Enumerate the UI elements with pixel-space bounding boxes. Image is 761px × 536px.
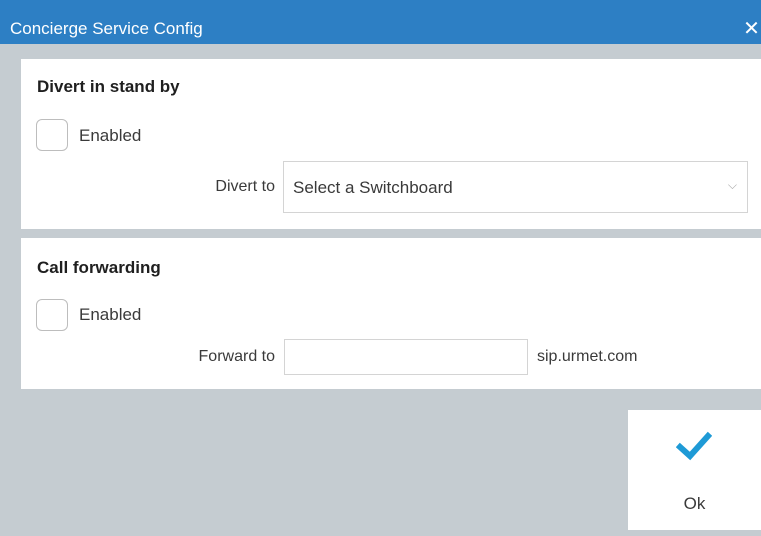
switchboard-select-value: Select a Switchboard bbox=[293, 178, 453, 197]
sip-domain-label: sip.urmet.com bbox=[537, 348, 638, 365]
close-icon[interactable]: ✕ bbox=[742, 17, 761, 41]
forwarding-enabled-checkbox[interactable] bbox=[36, 299, 68, 331]
divert-enabled-label: Enabled bbox=[79, 126, 142, 145]
divert-enabled-checkbox[interactable] bbox=[36, 119, 68, 151]
forward-to-label: Forward to bbox=[198, 348, 275, 365]
dialog-titlebar: Concierge Service Config ✕ bbox=[0, 0, 761, 44]
forwarding-section: Call forwarding Enabled Forward to sip.u… bbox=[21, 238, 761, 389]
ok-button[interactable]: Ok bbox=[628, 410, 761, 530]
dialog-title: Concierge Service Config bbox=[10, 19, 203, 38]
ok-button-label: Ok bbox=[683, 494, 706, 513]
checkmark-icon bbox=[676, 431, 712, 461]
forward-to-input[interactable] bbox=[284, 339, 528, 375]
forwarding-enabled-label: Enabled bbox=[79, 305, 142, 324]
forwarding-section-title: Call forwarding bbox=[37, 258, 161, 277]
divert-section-title: Divert in stand by bbox=[37, 77, 180, 96]
divert-to-label: Divert to bbox=[215, 178, 275, 195]
switchboard-select[interactable]: Select a Switchboard ⌵ bbox=[283, 161, 748, 213]
chevron-down-icon: ⌵ bbox=[727, 178, 737, 192]
divert-section: Divert in stand by Enabled Divert to Sel… bbox=[21, 59, 761, 229]
